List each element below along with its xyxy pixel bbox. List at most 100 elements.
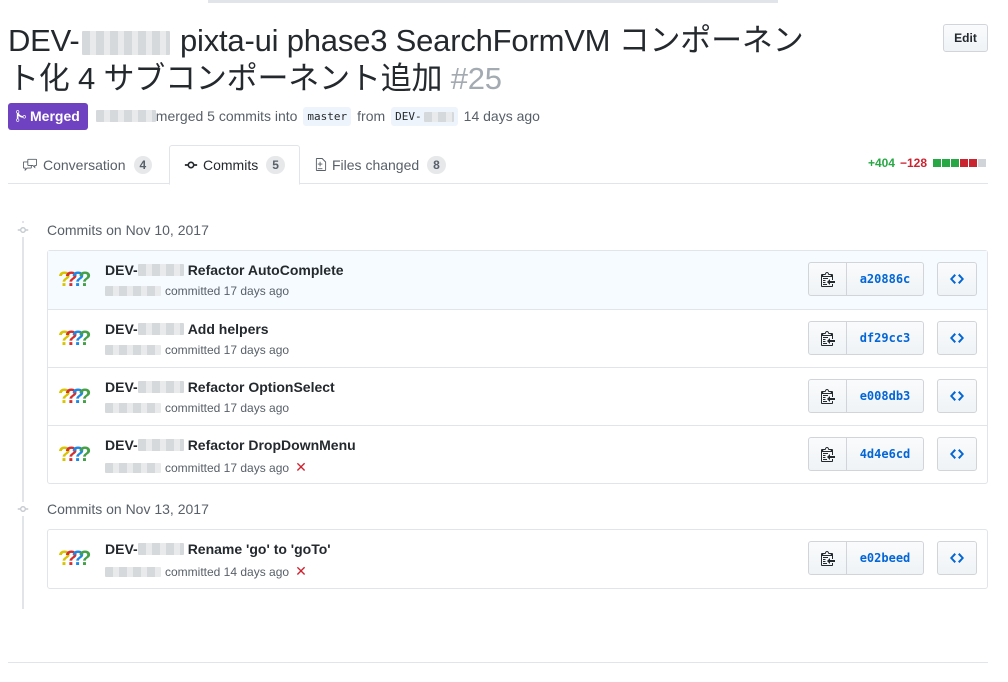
sha-button-group: a20886c	[808, 262, 924, 296]
commit-group-date: Commits on Nov 13, 2017	[47, 501, 209, 517]
commit-prefix: DEV-	[105, 262, 138, 278]
tab-commits[interactable]: Commits 5	[169, 145, 300, 185]
commit-meta: committed 17 days ago	[105, 401, 289, 415]
copy-sha-button[interactable]	[809, 263, 847, 295]
avatar[interactable]: ????	[58, 545, 92, 573]
commit-title[interactable]: DEV- Refactor DropDownMenu	[105, 437, 356, 453]
avatar-glyph: ?	[58, 385, 71, 408]
redacted-branch-id	[423, 111, 454, 122]
edit-button[interactable]: Edit	[943, 24, 988, 52]
redacted-author[interactable]	[105, 462, 161, 473]
diffstat[interactable]: +404 −128	[868, 156, 986, 170]
bottom-divider	[8, 662, 988, 663]
diffstat-block	[942, 159, 950, 167]
commit-title[interactable]: DEV- Rename 'go' to 'goTo'	[105, 541, 331, 557]
commit-prefix: DEV-	[105, 437, 138, 453]
commit-title[interactable]: DEV- Refactor AutoComplete	[105, 262, 344, 278]
pr-title: DEV- pixta-ui phase3 SearchFormVM コンポーネン…	[8, 22, 828, 98]
avatar-glyph: ?	[58, 327, 71, 350]
copy-sha-button[interactable]	[809, 542, 847, 574]
avatar[interactable]: ????	[58, 325, 92, 353]
commit-sha-link[interactable]: e008db3	[847, 380, 923, 412]
commit-message: Rename 'go' to 'goTo'	[187, 541, 331, 557]
code-icon	[950, 391, 964, 401]
redacted-author[interactable]	[105, 566, 161, 577]
browse-repo-button[interactable]	[937, 379, 977, 413]
tab-label: Conversation	[43, 156, 126, 173]
commit-row[interactable]: ???? DEV- Rename 'go' to 'goTo' committed…	[48, 530, 987, 588]
clippy-icon	[820, 331, 835, 346]
pr-meta: Merged merged 5 commits into master from…	[8, 102, 540, 130]
redacted-ticket-id	[137, 439, 184, 451]
redacted-author[interactable]	[105, 286, 161, 296]
browse-repo-button[interactable]	[937, 262, 977, 296]
merged-text: merged 5 commits into	[155, 108, 298, 124]
status-failed-icon[interactable]: ✕	[295, 563, 307, 580]
avatar-glyph: ?	[78, 443, 91, 466]
diffstat-blocks	[932, 159, 986, 167]
commit-title[interactable]: DEV- Add helpers	[105, 321, 269, 337]
commit-sha-link[interactable]: df29cc3	[847, 322, 923, 354]
browse-repo-button[interactable]	[937, 321, 977, 355]
avatar-glyph: ?	[64, 443, 78, 466]
redacted-author[interactable]	[95, 110, 156, 122]
diffstat-block	[951, 159, 959, 167]
copy-sha-button[interactable]	[809, 438, 847, 470]
avatar-glyph: ?	[58, 547, 71, 570]
top-divider	[208, 0, 778, 3]
redacted-ticket-id	[137, 264, 184, 276]
commit-time: committed 17 days ago	[165, 343, 290, 357]
merged-badge: Merged	[8, 102, 88, 130]
comment-discussion-icon	[23, 158, 37, 171]
from-text: from	[357, 108, 386, 124]
sha-button-group: df29cc3	[808, 321, 924, 355]
commit-prefix: DEV-	[105, 541, 138, 557]
commit-message: Refactor OptionSelect	[187, 379, 335, 395]
commit-time: committed 17 days ago	[165, 284, 290, 298]
git-commit-icon	[16, 502, 30, 516]
commit-row[interactable]: ???? DEV- Refactor DropDownMenu committed…	[48, 425, 987, 483]
commit-title[interactable]: DEV- Refactor OptionSelect	[105, 379, 335, 395]
tab-conversation[interactable]: Conversation 4	[8, 145, 166, 184]
commit-sha-link[interactable]: a20886c	[847, 263, 923, 295]
tab-files-changed[interactable]: Files changed 8	[301, 145, 460, 184]
commit-row[interactable]: ???? DEV- Add helpers committed 17 days a…	[48, 309, 987, 367]
commit-message: Add helpers	[187, 321, 269, 337]
avatar-glyph: ?	[78, 385, 91, 408]
commit-message: Refactor AutoComplete	[187, 262, 344, 278]
copy-sha-button[interactable]	[809, 380, 847, 412]
head-branch-prefix: DEV-	[395, 109, 422, 123]
git-merge-icon	[16, 110, 26, 122]
commit-sha-link[interactable]: 4d4e6cd	[847, 438, 923, 470]
commit-meta: committed 17 days ago ✕	[105, 459, 307, 476]
commit-row[interactable]: ???? DEV- Refactor AutoComplete committed…	[48, 251, 987, 309]
commit-list: ???? DEV- Refactor AutoComplete committed…	[47, 250, 988, 484]
tab-counter: 4	[133, 155, 153, 174]
redacted-ticket-id	[137, 381, 184, 393]
head-branch[interactable]: DEV-	[391, 106, 458, 126]
redacted-author[interactable]	[105, 403, 161, 413]
avatar[interactable]: ????	[58, 441, 92, 469]
avatar[interactable]: ????	[58, 383, 92, 411]
commit-sha-link[interactable]: e02beed	[847, 542, 923, 574]
diffstat-block	[933, 159, 941, 167]
redacted-ticket-id	[137, 543, 184, 555]
tab-counter: 8	[427, 155, 446, 174]
merged-time: 14 days ago	[463, 108, 540, 124]
commit-meta: committed 17 days ago	[105, 343, 289, 357]
avatar[interactable]: ????	[58, 266, 92, 294]
browse-repo-button[interactable]	[937, 541, 977, 575]
diffstat-block	[969, 159, 977, 167]
clippy-icon	[820, 447, 835, 462]
redacted-author[interactable]	[105, 345, 161, 355]
status-failed-icon[interactable]: ✕	[295, 459, 307, 476]
code-icon	[950, 333, 964, 343]
copy-sha-button[interactable]	[809, 322, 847, 354]
browse-repo-button[interactable]	[937, 437, 977, 471]
redacted-ticket-id	[81, 30, 170, 55]
base-branch[interactable]: master	[303, 106, 352, 126]
additions-count: +404	[867, 156, 895, 170]
avatar-glyph: ?	[78, 547, 91, 570]
commit-time: committed 17 days ago	[165, 460, 290, 475]
commit-row[interactable]: ???? DEV- Refactor OptionSelect committed…	[48, 367, 987, 425]
